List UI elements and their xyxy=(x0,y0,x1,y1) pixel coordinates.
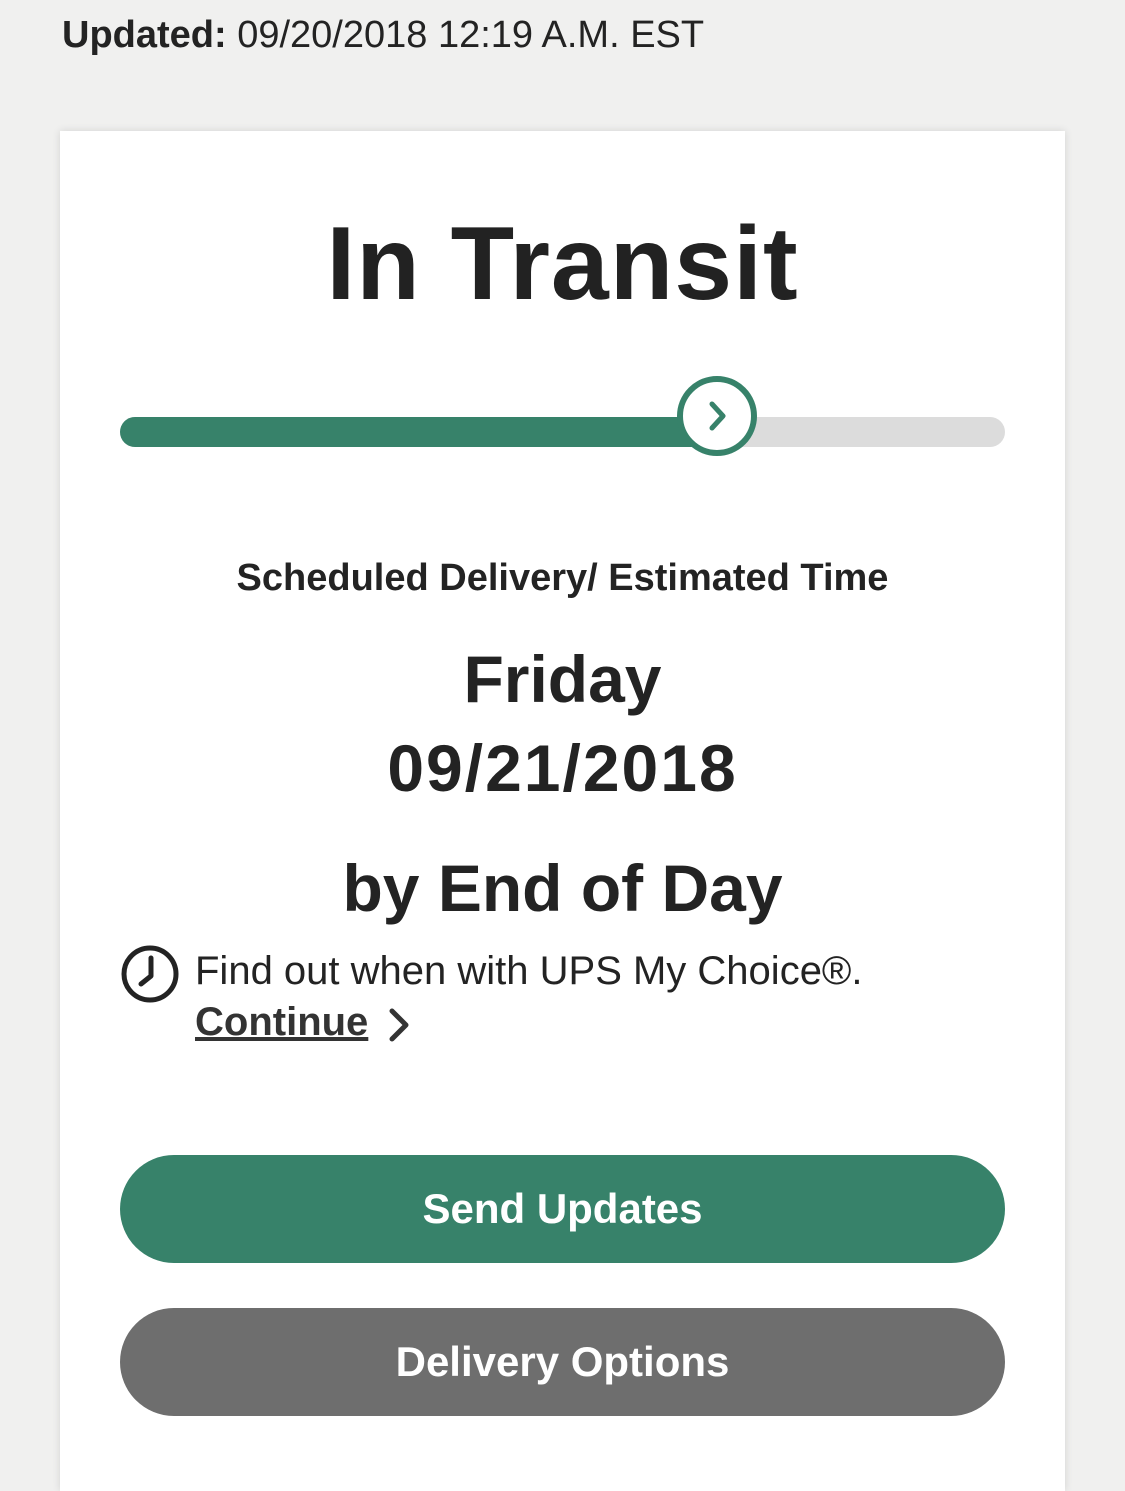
clock-icon xyxy=(121,945,179,1003)
delivery-day: Friday xyxy=(463,642,662,716)
send-updates-button[interactable]: Send Updates xyxy=(120,1155,1005,1263)
scheduled-delivery-label: Scheduled Delivery/ Estimated Time xyxy=(236,557,889,599)
delivery-window: by End of Day xyxy=(342,851,783,925)
continue-link[interactable]: Continue xyxy=(195,997,368,1047)
status-title: In Transit xyxy=(326,206,799,322)
updated-value: 09/20/2018 12:19 A.M. EST xyxy=(237,14,705,56)
progress-bar xyxy=(120,376,1005,456)
tracking-status-card: In Transit Scheduled Delivery/ Estimated… xyxy=(60,131,1065,1491)
progress-knob xyxy=(677,376,758,456)
delivery-options-button[interactable]: Delivery Options xyxy=(120,1308,1005,1416)
progress-fill xyxy=(120,417,718,447)
delivery-date: 09/21/2018 xyxy=(387,731,738,805)
updated-label: Updated: xyxy=(62,14,227,56)
my-choice-promo-text: Find out when with UPS My Choice®. xyxy=(195,949,863,993)
updated-timestamp: Updated: 09/20/2018 12:19 A.M. EST xyxy=(62,10,704,60)
chevron-right-icon[interactable] xyxy=(384,1005,414,1045)
chevron-right-icon xyxy=(709,401,726,431)
